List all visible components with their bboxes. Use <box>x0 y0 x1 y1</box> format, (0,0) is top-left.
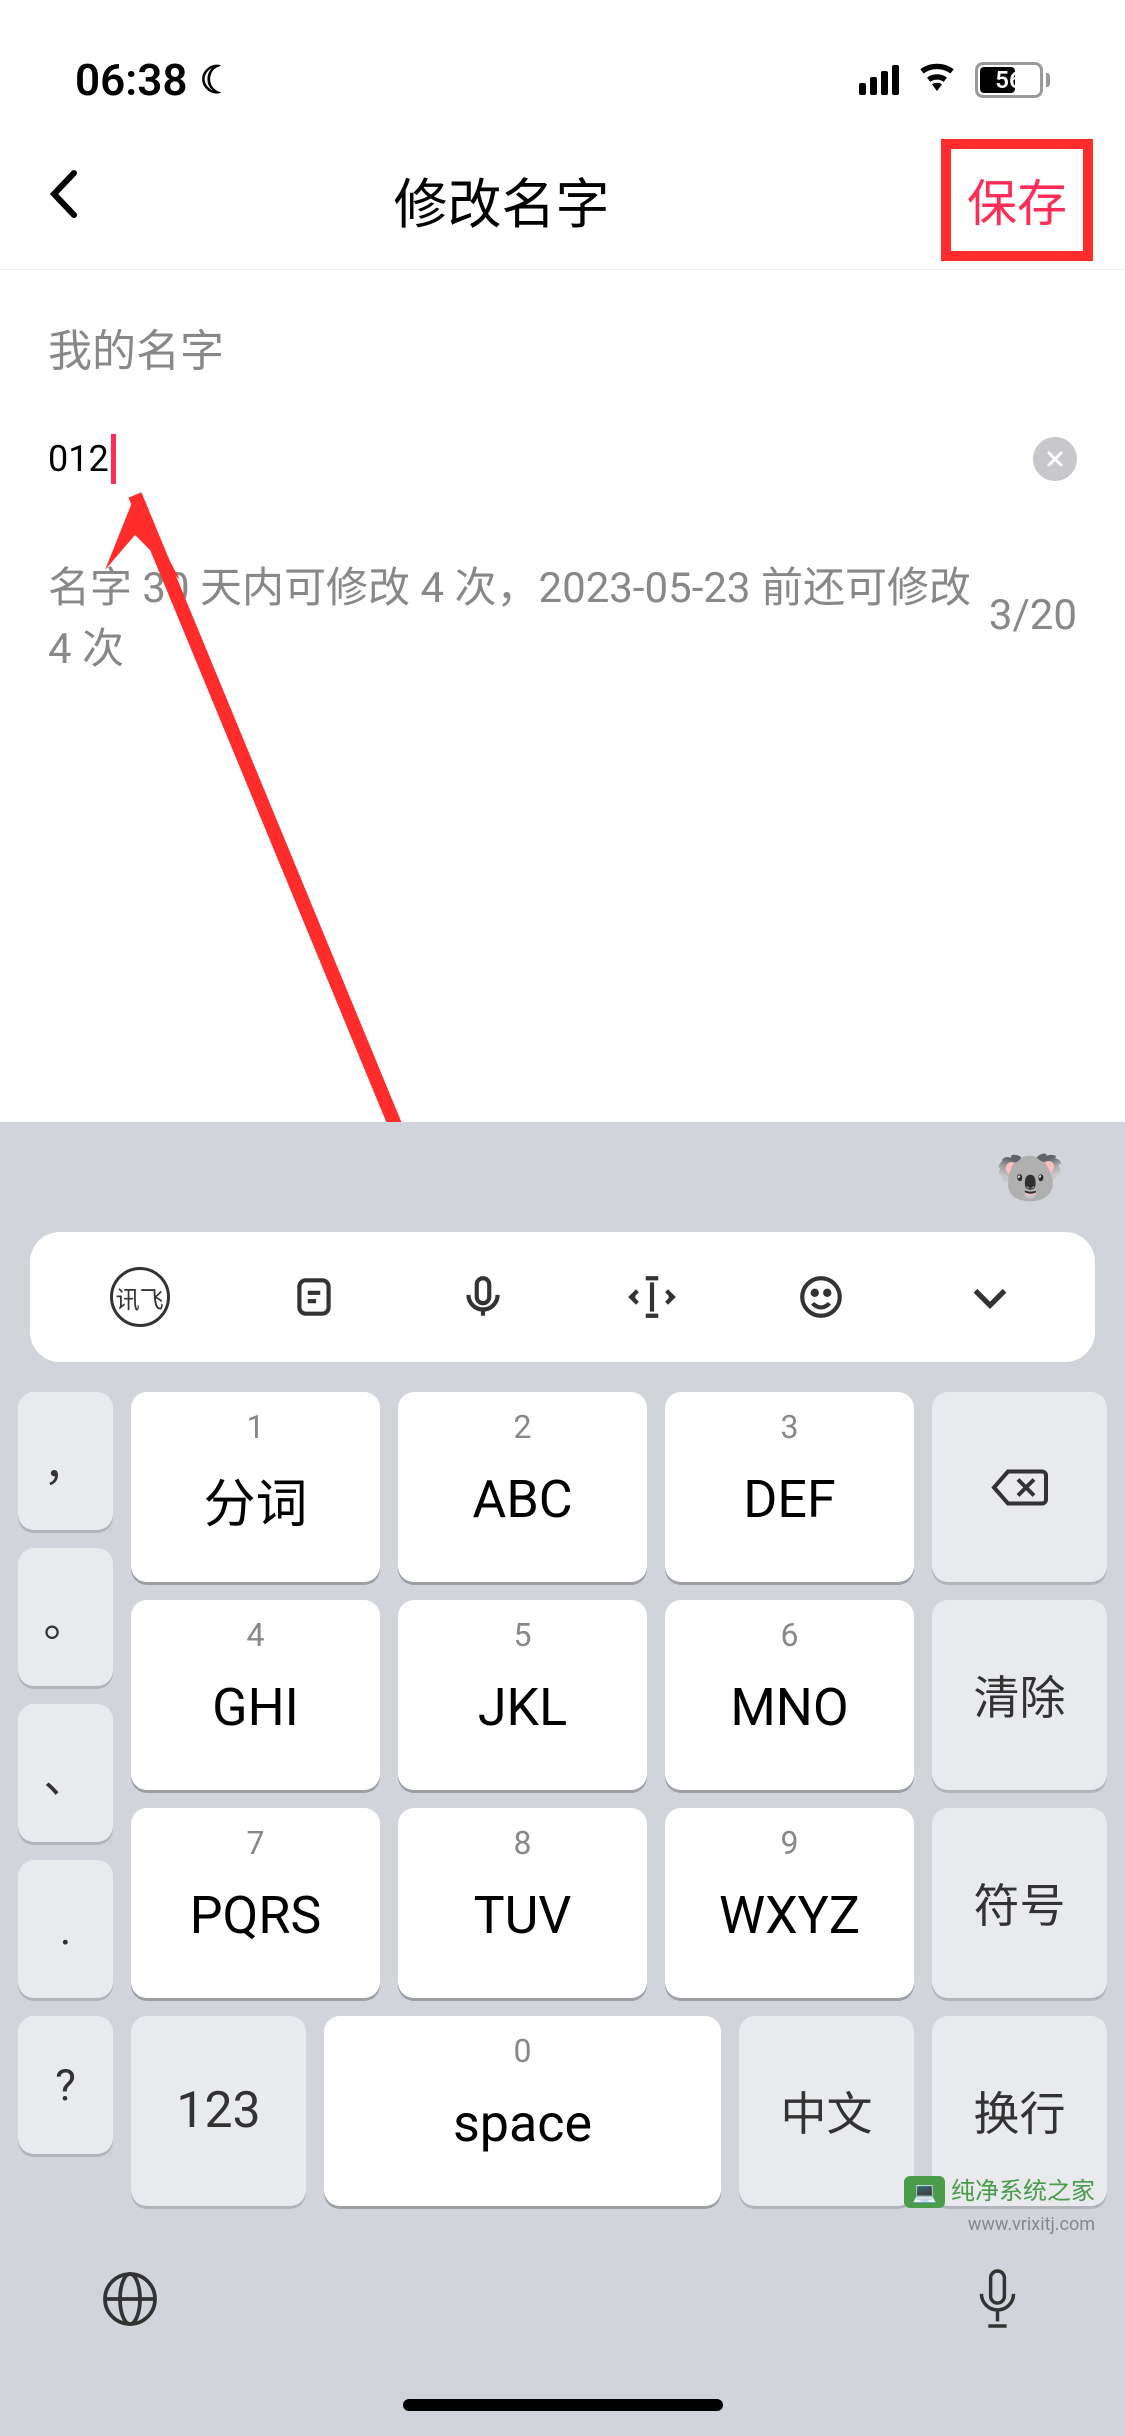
side-column: 清除 符号 换行 <box>932 1392 1107 2206</box>
punct-column: ， 。 、 . ? <box>18 1392 113 2206</box>
key-7-pqrs[interactable]: 7 PQRS <box>131 1808 380 1998</box>
status-time: 06:38 ☾ <box>75 54 234 106</box>
char-count: 3/20 <box>989 591 1077 640</box>
name-input[interactable]: 012 <box>48 434 116 484</box>
signal-icon <box>859 65 899 95</box>
battery-text: 56 <box>995 66 1022 94</box>
cursor-icon[interactable] <box>627 1272 677 1322</box>
page-title: 修改名字 <box>394 160 610 239</box>
clear-button[interactable] <box>1033 437 1077 481</box>
punct-key-question[interactable]: ? <box>18 2016 113 2154</box>
punct-key-period-cn[interactable]: 。 <box>18 1548 113 1686</box>
key-1-fenci[interactable]: 1 分词 <box>131 1392 380 1582</box>
key-4-ghi[interactable]: 4 GHI <box>131 1600 380 1790</box>
iflytek-icon[interactable]: 讯飞 <box>110 1267 170 1327</box>
helper-text: 名字 30 天内可修改 4 次，2023-05-23 前还可修改 4 次 <box>48 554 989 676</box>
punct-key-comma[interactable]: ， <box>18 1392 113 1530</box>
battery-icon: 56 <box>975 62 1050 98</box>
clipboard-icon[interactable] <box>289 1272 339 1322</box>
moon-icon: ☾ <box>200 58 234 103</box>
key-2-abc[interactable]: 2 ABC <box>398 1392 647 1582</box>
home-indicator[interactable] <box>403 2399 723 2411</box>
input-row: 012 <box>48 434 1077 484</box>
save-button[interactable]: 保存 <box>941 139 1093 261</box>
key-3-def[interactable]: 3 DEF <box>665 1392 914 1582</box>
wifi-icon <box>917 61 957 99</box>
text-cursor-icon <box>111 434 116 484</box>
key-9-wxyz[interactable]: 9 WXYZ <box>665 1808 914 1998</box>
punct-key-period[interactable]: . <box>18 1860 113 1998</box>
mic-icon[interactable] <box>458 1272 508 1322</box>
watermark: 💻 纯净系统之家 www.vrixitj.com <box>904 2171 1095 2236</box>
field-label: 我的名字 <box>48 315 1077 379</box>
emoji-toolbar-icon[interactable] <box>796 1272 846 1322</box>
helper-row: 名字 30 天内可修改 4 次，2023-05-23 前还可修改 4 次 3/2… <box>48 554 1077 676</box>
back-button[interactable] <box>48 167 78 233</box>
key-symbol[interactable]: 符号 <box>932 1808 1107 1998</box>
content-area: 我的名字 012 名字 30 天内可修改 4 次，2023-05-23 前还可修… <box>0 270 1125 721</box>
status-right: 56 <box>859 61 1050 99</box>
keyboard-toolbar: 讯飞 <box>30 1232 1095 1362</box>
input-value: 012 <box>48 438 109 480</box>
key-6-mno[interactable]: 6 MNO <box>665 1600 914 1790</box>
keyboard-keys: ， 。 、 . ? 1 分词 2 ABC <box>0 1392 1125 2236</box>
status-bar: 06:38 ☾ 56 <box>0 0 1125 130</box>
key-5-jkl[interactable]: 5 JKL <box>398 1600 647 1790</box>
key-123[interactable]: 123 <box>131 2016 306 2206</box>
collapse-icon[interactable] <box>965 1272 1015 1322</box>
mic-bottom-icon[interactable] <box>970 2266 1025 2346</box>
key-8-tuv[interactable]: 8 TUV <box>398 1808 647 1998</box>
time-text: 06:38 <box>75 54 188 106</box>
key-clear[interactable]: 清除 <box>932 1600 1107 1790</box>
keyboard-emoji-bar: 🐨 <box>0 1122 1125 1232</box>
nav-bar: 修改名字 保存 <box>0 130 1125 270</box>
keyboard: 🐨 讯飞 ， 。 、 . ? <box>0 1122 1125 2436</box>
globe-icon[interactable] <box>100 2269 160 2344</box>
key-backspace[interactable] <box>932 1392 1107 1582</box>
key-lang[interactable]: 中文 <box>739 2016 914 2206</box>
key-space[interactable]: 0 space <box>324 2016 721 2206</box>
emoji-icon[interactable]: 🐨 <box>995 1144 1065 1210</box>
punct-key-enum[interactable]: 、 <box>18 1704 113 1842</box>
